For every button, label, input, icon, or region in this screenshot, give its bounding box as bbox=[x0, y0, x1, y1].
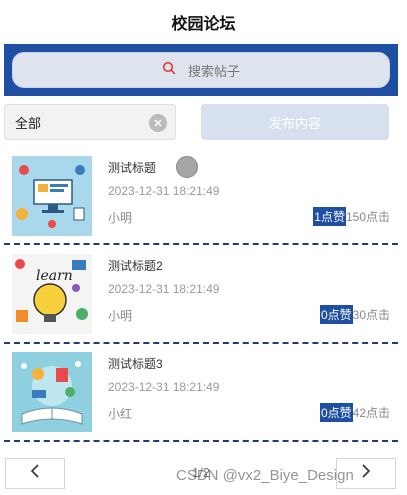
views-count: 42点击 bbox=[352, 406, 390, 420]
likes-count: 0点赞 bbox=[319, 305, 353, 324]
divider bbox=[4, 342, 398, 344]
post-stats: 0点赞 42点击 bbox=[319, 403, 390, 422]
post-title: 测试标题3 bbox=[108, 357, 163, 371]
post-stats: 1点赞 150点击 bbox=[313, 207, 390, 226]
post-item[interactable]: 测试标题 2023-12-31 18:21:49 小明 1点赞 150点击 bbox=[12, 156, 396, 238]
post-title: 测试标题2 bbox=[108, 259, 163, 273]
post-item[interactable]: 测试标题3 2023-12-31 18:21:49 小红 0点赞 42点击 bbox=[12, 352, 396, 434]
views-count: 150点击 bbox=[345, 210, 390, 224]
post-item[interactable]: learn 测试标题2 2023-12-31 18:21:49 小明 0点赞 3… bbox=[12, 254, 396, 336]
post-datetime: 2023-12-31 18:21:49 bbox=[108, 282, 220, 296]
search-icon bbox=[162, 61, 188, 80]
search-placeholder: 搜索帖子 bbox=[187, 63, 240, 79]
chevron-right-icon bbox=[361, 464, 371, 483]
publish-button[interactable]: 发布内容 bbox=[201, 104, 389, 140]
likes-count: 0点赞 bbox=[319, 403, 353, 422]
post-title: 测试标题 bbox=[108, 161, 157, 175]
search-band: 搜索帖子 bbox=[4, 44, 398, 96]
watermark: CSDN @vx2_Biye_Design bbox=[176, 467, 354, 484]
header-bar: 校园论坛 bbox=[0, 0, 407, 43]
post-stats: 0点赞 30点击 bbox=[319, 305, 390, 324]
views-count: 30点击 bbox=[352, 308, 390, 322]
post-datetime: 2023-12-31 18:21:49 bbox=[108, 380, 220, 394]
post-datetime: 2023-12-31 18:21:49 bbox=[108, 184, 220, 198]
category-select-value: 全部 bbox=[15, 115, 42, 131]
post-thumbnail: learn bbox=[12, 254, 92, 334]
category-select[interactable]: 全部 bbox=[4, 104, 176, 140]
post-author: 小明 bbox=[108, 309, 133, 323]
post-thumbnail bbox=[12, 156, 92, 236]
post-author: 小红 bbox=[108, 407, 133, 421]
divider bbox=[4, 440, 398, 442]
likes-count: 1点赞 bbox=[313, 207, 346, 226]
svg-text:learn: learn bbox=[36, 268, 73, 284]
divider bbox=[4, 243, 398, 245]
filter-row: 全部 发布内容 bbox=[4, 104, 398, 140]
avatar bbox=[176, 156, 198, 178]
page-title: 校园论坛 bbox=[171, 15, 236, 33]
post-author: 小明 bbox=[108, 211, 133, 225]
post-thumbnail bbox=[12, 352, 92, 432]
search-input[interactable]: 搜索帖子 bbox=[12, 52, 390, 88]
close-icon[interactable] bbox=[149, 114, 167, 132]
